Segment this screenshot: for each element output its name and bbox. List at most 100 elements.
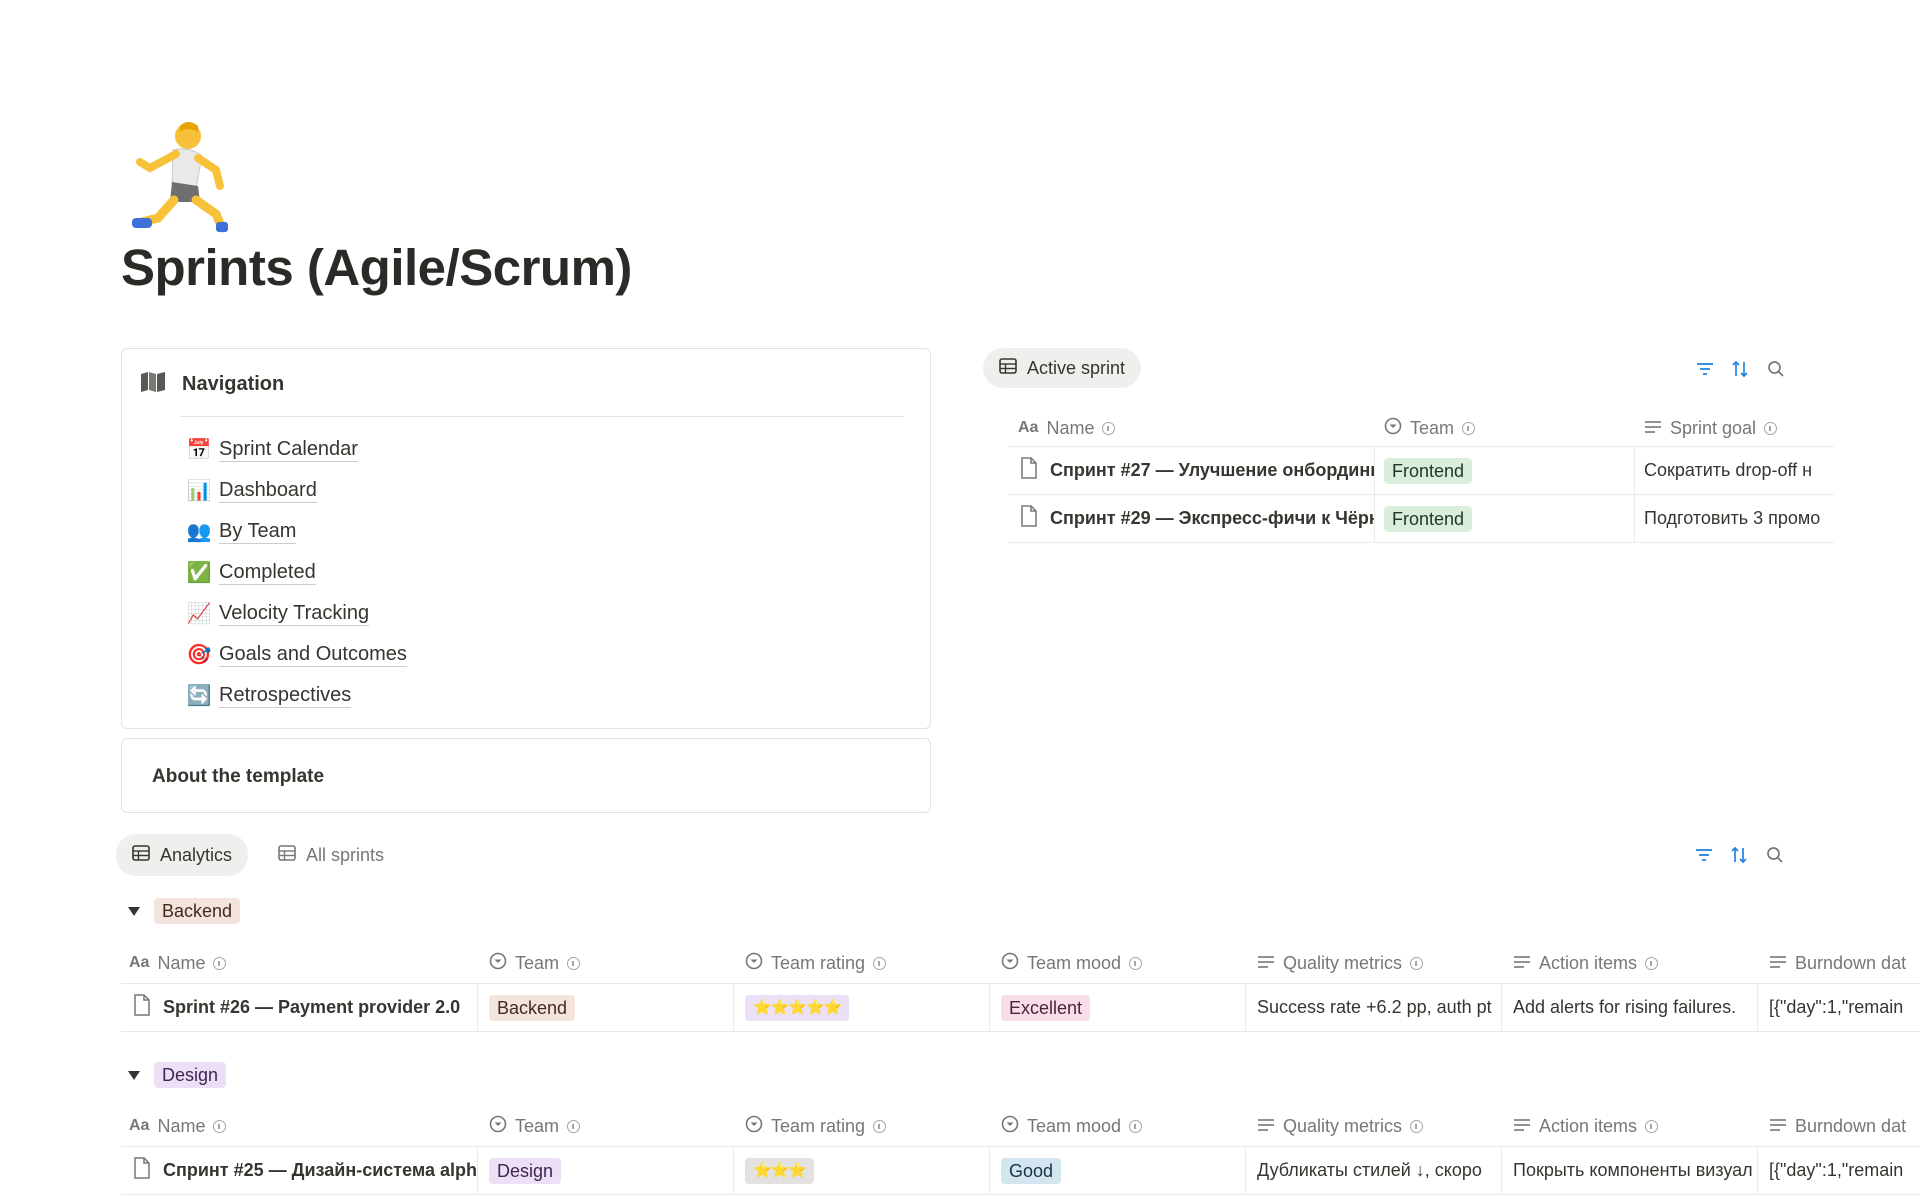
column-header-quality-metrics[interactable]: Quality metrics	[1257, 948, 1424, 978]
filter-icon[interactable]	[1693, 844, 1715, 866]
info-icon	[873, 1119, 887, 1133]
table-row-name[interactable]: Спринт #27 — Улучшение онбординга	[1020, 447, 1374, 494]
runner-icon[interactable]	[128, 118, 238, 234]
analytics-table-design: Aa Name Team Team rating Team mood Quali…	[121, 1103, 1920, 1199]
column-header-team-mood[interactable]: Team mood	[1001, 948, 1143, 978]
target-icon: 🎯	[186, 644, 212, 666]
nav-link-by-team[interactable]: 👥 By Team	[186, 511, 407, 552]
column-header-action-items[interactable]: Action items	[1513, 1111, 1659, 1141]
table-icon	[278, 844, 296, 866]
active-sprint-table: Aa Name Team Sprint goal Спринт #27 — Ул…	[1008, 408, 1834, 553]
column-header-team-rating[interactable]: Team rating	[745, 1111, 887, 1141]
column-header-team[interactable]: Team	[489, 1111, 581, 1141]
action-items-cell[interactable]: Add alerts for rising failures.	[1513, 984, 1757, 1031]
nav-link-retrospectives[interactable]: 🔄 Retrospectives	[186, 675, 407, 716]
navigation-callout: Navigation 📅 Sprint Calendar 📊 Dashboard…	[121, 348, 931, 729]
team-tag: Frontend	[1384, 447, 1634, 494]
team-tag: Frontend	[1384, 495, 1634, 542]
navigation-title: Navigation	[182, 373, 285, 395]
select-type-icon	[1001, 952, 1019, 975]
text-lines-icon	[1257, 953, 1275, 974]
column-header-action-items[interactable]: Action items	[1513, 948, 1659, 978]
column-header-team-mood[interactable]: Team mood	[1001, 1111, 1143, 1141]
text-type-icon: Aa	[129, 1117, 150, 1134]
table-row-name[interactable]: Спринт #25 — Дизайн-система alpha	[133, 1147, 477, 1194]
nav-link-label[interactable]: Retrospectives	[219, 683, 352, 708]
map-icon	[140, 371, 166, 398]
burndown-data-cell[interactable]: [{"day":1,"remain	[1769, 1147, 1920, 1194]
table-row-name[interactable]: Спринт #29 — Экспресс-фичи к Чёрной пятн…	[1020, 495, 1374, 542]
info-icon	[567, 1119, 581, 1133]
calendar-icon: 📅	[186, 439, 212, 461]
table-row-name[interactable]: Sprint #26 — Payment provider 2.0	[133, 984, 477, 1031]
select-type-icon	[745, 952, 763, 975]
tab-label: Active sprint	[1027, 357, 1126, 378]
column-header-name[interactable]: Aa Name	[1018, 414, 1116, 442]
column-header-team[interactable]: Team	[489, 948, 581, 978]
column-header-burndown-data[interactable]: Burndown dat	[1769, 948, 1920, 978]
nav-link-label[interactable]: Goals and Outcomes	[219, 642, 407, 667]
tab-analytics[interactable]: Analytics	[116, 834, 249, 876]
nav-link-label[interactable]: Completed	[219, 560, 316, 585]
nav-link-label[interactable]: Dashboard	[219, 478, 317, 503]
column-header-quality-metrics[interactable]: Quality metrics	[1257, 1111, 1424, 1141]
navigation-header: Navigation	[140, 371, 284, 398]
filter-icon[interactable]	[1694, 358, 1716, 380]
column-header-team-rating[interactable]: Team rating	[745, 948, 887, 978]
select-type-icon	[1001, 1115, 1019, 1138]
nav-link-goals-and-outcomes[interactable]: 🎯 Goals and Outcomes	[186, 634, 407, 675]
page-icon	[1020, 505, 1038, 532]
nav-link-label[interactable]: By Team	[219, 519, 297, 544]
info-icon	[1410, 956, 1424, 970]
text-lines-icon	[1769, 953, 1787, 974]
burndown-data-cell[interactable]: [{"day":1,"remain	[1769, 984, 1920, 1031]
info-icon	[213, 956, 227, 970]
action-items-cell[interactable]: Покрыть компоненты визуал	[1513, 1147, 1757, 1194]
sprint-goal-cell[interactable]: Подготовить 3 промо	[1644, 495, 1834, 542]
quality-metrics-cell[interactable]: Success rate +6.2 pp, auth pt	[1257, 984, 1501, 1031]
nav-link-sprint-calendar[interactable]: 📅 Sprint Calendar	[186, 429, 407, 470]
tab-all-sprints[interactable]: All sprints	[262, 834, 400, 876]
table-icon	[132, 844, 150, 866]
text-lines-icon	[1513, 1116, 1531, 1137]
group-toggle-design[interactable]: Design	[128, 1062, 227, 1088]
nav-link-dashboard[interactable]: 📊 Dashboard	[186, 470, 407, 511]
check-mark-icon: ✅	[186, 562, 212, 584]
nav-link-velocity-tracking[interactable]: 📈 Velocity Tracking	[186, 593, 407, 634]
analytics-table-backend: Aa Name Team Team rating Team mood Quali…	[121, 940, 1920, 1032]
team-rating-tag: ⭐⭐⭐⭐⭐	[745, 984, 989, 1031]
info-icon	[873, 956, 887, 970]
search-icon[interactable]	[1765, 358, 1787, 380]
tab-label: All sprints	[306, 844, 385, 865]
tab-active-sprint[interactable]: Active sprint	[983, 348, 1142, 388]
nav-link-label[interactable]: Sprint Calendar	[219, 437, 358, 462]
sort-icon[interactable]	[1729, 358, 1751, 380]
column-header-burndown-data[interactable]: Burndown dat	[1769, 1111, 1920, 1141]
team-tag: Design	[489, 1147, 733, 1194]
nav-link-completed[interactable]: ✅ Completed	[186, 552, 407, 593]
about-template-toggle[interactable]: About the template	[121, 738, 931, 813]
column-header-name[interactable]: Aa Name	[129, 948, 227, 978]
info-icon	[1102, 421, 1116, 435]
sort-icon[interactable]	[1728, 844, 1750, 866]
divider	[180, 416, 904, 417]
info-icon	[1129, 956, 1143, 970]
column-header-team[interactable]: Team	[1384, 414, 1476, 442]
text-type-icon: Aa	[1018, 419, 1039, 436]
team-tag: Backend	[489, 984, 733, 1031]
column-header-name[interactable]: Aa Name	[129, 1111, 227, 1141]
column-header-sprint-goal[interactable]: Sprint goal	[1644, 414, 1778, 442]
text-lines-icon	[1257, 1116, 1275, 1137]
team-mood-tag: Excellent	[1001, 984, 1245, 1031]
team-mood-tag: Good	[1001, 1147, 1245, 1194]
search-icon[interactable]	[1764, 844, 1786, 866]
table-icon	[999, 357, 1017, 379]
chevron-down-icon	[128, 906, 140, 916]
quality-metrics-cell[interactable]: Дубликаты стилей ↓, скоро	[1257, 1147, 1501, 1194]
select-type-icon	[1384, 417, 1402, 440]
about-template-label: About the template	[152, 766, 325, 787]
text-lines-icon	[1769, 1116, 1787, 1137]
group-toggle-backend[interactable]: Backend	[128, 898, 241, 924]
nav-link-label[interactable]: Velocity Tracking	[219, 601, 370, 626]
sprint-goal-cell[interactable]: Сократить drop-off н	[1644, 447, 1834, 494]
